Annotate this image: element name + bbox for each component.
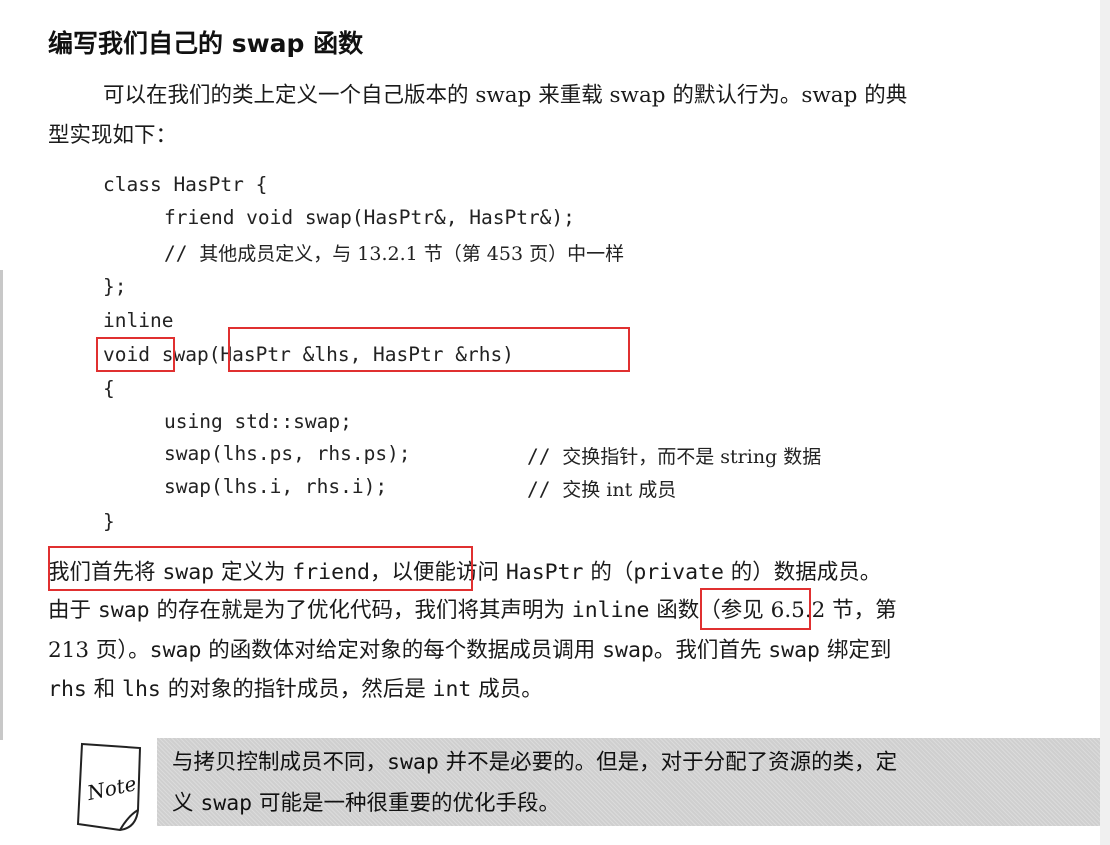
intro-line-2: 型实现如下： <box>48 123 178 148</box>
paragraph-line: 213 页）。swap 的函数体对给定对象的每个数据成员调用 swap。我们首先… <box>48 638 892 663</box>
code-line: friend void swap(HasPtr&, HasPtr&); <box>164 206 575 229</box>
code-line: swap(lhs.ps, rhs.ps); <box>164 442 411 465</box>
code-line: inline <box>103 309 174 332</box>
code-comment-line: // 其他成员定义，与 13.2.1 节（第 453 页）中一样 <box>164 242 625 265</box>
code-line: using std::swap; <box>164 410 352 433</box>
function-name: swap <box>161 343 209 366</box>
return-type: void <box>103 343 150 366</box>
intro-line-1: 可以在我们的类上定义一个自己版本的 swap 来重载 swap 的默认行为。sw… <box>103 83 908 108</box>
code-line: }; <box>103 275 127 298</box>
code-line: class HasPtr { <box>103 173 268 196</box>
paragraph-line: rhs 和 lhs 的对象的指针成员，然后是 int 成员。 <box>48 677 543 702</box>
right-page-edge <box>1100 0 1110 845</box>
section-heading: 编写我们自己的 swap 函数 <box>48 29 364 58</box>
code-line: } <box>103 510 115 533</box>
note-paper-icon: Note <box>76 742 142 832</box>
left-margin-bar <box>0 270 3 740</box>
parameter-list: (HasPtr &lhs, HasPtr &rhs) <box>208 343 514 366</box>
code-comment: // 交换 int 成员 <box>527 478 677 501</box>
paragraph-line: 由于 swap 的存在就是为了优化代码，我们将其声明为 inline 函数（参见… <box>48 598 897 623</box>
code-line: swap(lhs.i, rhs.i); <box>164 475 388 498</box>
function-signature-line: void swap(HasPtr &lhs, HasPtr &rhs) <box>103 343 514 366</box>
note-line: 义 swap 可能是一种很重要的优化手段。 <box>172 791 560 816</box>
note-line: 与拷贝控制成员不同，swap 并不是必要的。但是，对于分配了资源的类，定 <box>172 750 898 775</box>
paragraph-line: 我们首先将 swap 定义为 friend，以便能访问 HasPtr 的（pri… <box>48 560 882 585</box>
code-line: { <box>103 377 115 400</box>
code-comment: // 交换指针，而不是 string 数据 <box>527 445 822 468</box>
